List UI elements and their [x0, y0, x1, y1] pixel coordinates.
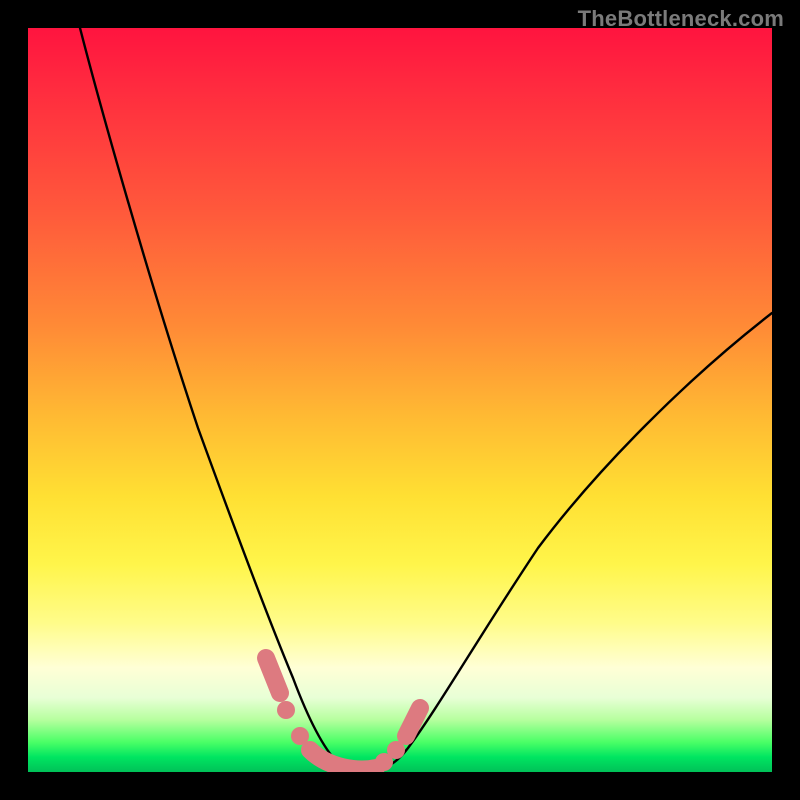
chart-frame: TheBottleneck.com: [0, 0, 800, 800]
plot-area: [28, 28, 772, 772]
watermark-text: TheBottleneck.com: [578, 6, 784, 32]
curve-layer: [28, 28, 772, 772]
bottleneck-curve: [80, 28, 772, 772]
marker-right: [406, 708, 420, 736]
marker-dot: [277, 701, 295, 719]
marker-left: [266, 658, 280, 693]
marker-bottom: [310, 750, 376, 769]
